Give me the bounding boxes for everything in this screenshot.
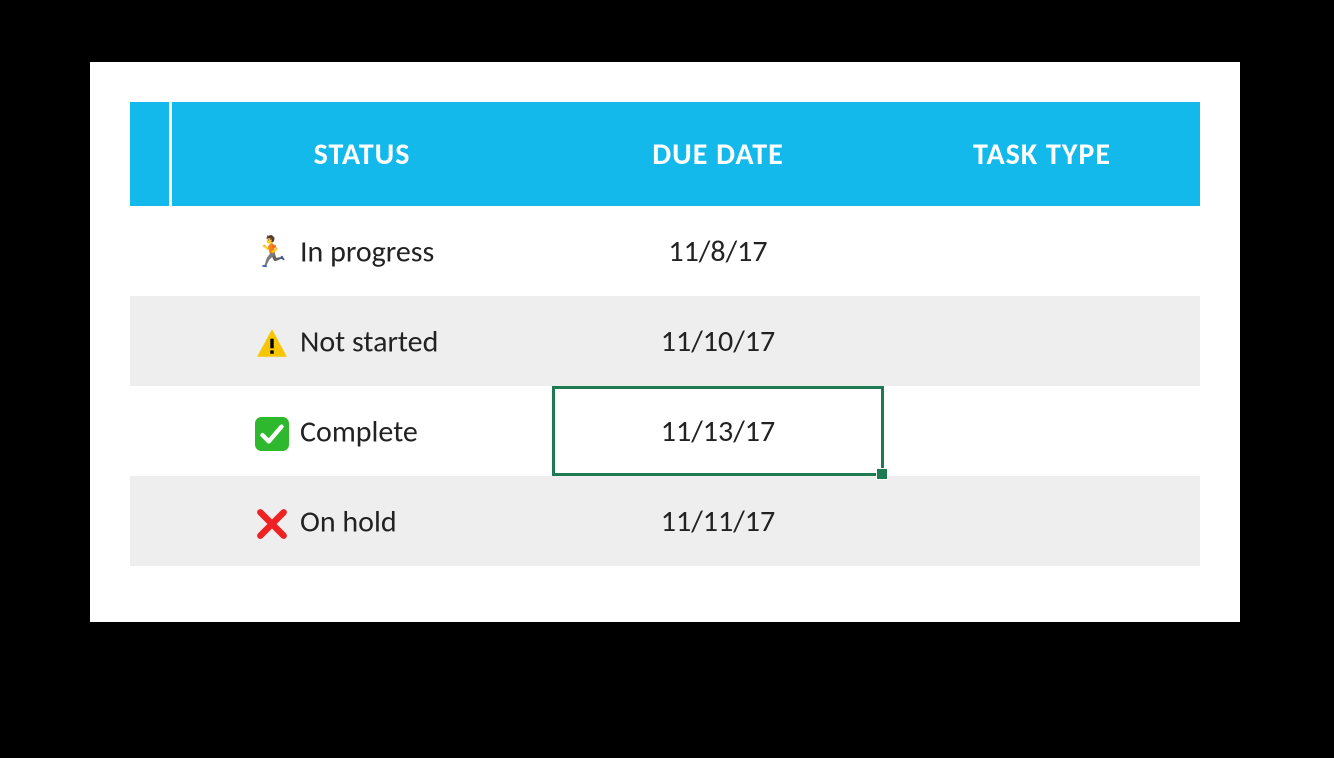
- status-label: On hold: [300, 503, 397, 540]
- due-date-cell[interactable]: 11/10/17: [552, 296, 884, 386]
- header-status[interactable]: STATUS: [172, 102, 552, 206]
- header-task-type[interactable]: TASK TYPE: [884, 102, 1200, 206]
- card: STATUS DUE DATE TASK TYPE 🏃In progress 1…: [90, 62, 1240, 622]
- status-cell[interactable]: On hold: [172, 476, 552, 566]
- header-row: STATUS DUE DATE TASK TYPE: [130, 102, 1200, 206]
- runner-icon: 🏃: [252, 234, 292, 271]
- check-icon: [252, 413, 292, 451]
- status-table: STATUS DUE DATE TASK TYPE 🏃In progress 1…: [130, 102, 1200, 566]
- task-type-cell[interactable]: [884, 206, 1200, 296]
- status-cell[interactable]: Complete: [172, 386, 552, 476]
- row-lead-cell[interactable]: [130, 296, 172, 386]
- table-row: 🏃In progress 11/8/17: [130, 206, 1200, 296]
- table-body: 🏃In progress 11/8/17 Not started 11/10/1…: [130, 206, 1200, 566]
- row-lead-cell[interactable]: [130, 386, 172, 476]
- status-label: In progress: [300, 234, 434, 271]
- status-cell[interactable]: Not started: [172, 296, 552, 386]
- cross-icon: [252, 503, 292, 541]
- status-label: Not started: [300, 323, 438, 360]
- header-blank[interactable]: [130, 102, 172, 206]
- task-type-cell[interactable]: [884, 476, 1200, 566]
- row-lead-cell[interactable]: [130, 206, 172, 296]
- due-date-cell[interactable]: 11/13/17: [552, 386, 884, 476]
- header-due-date[interactable]: DUE DATE: [552, 102, 884, 206]
- task-type-cell[interactable]: [884, 386, 1200, 476]
- due-date-cell[interactable]: 11/11/17: [552, 476, 884, 566]
- table-row: Not started 11/10/17: [130, 296, 1200, 386]
- status-cell[interactable]: 🏃In progress: [172, 206, 552, 296]
- warning-icon: [252, 323, 292, 361]
- table-row: Complete 11/13/17: [130, 386, 1200, 476]
- due-date-cell[interactable]: 11/8/17: [552, 206, 884, 296]
- row-lead-cell[interactable]: [130, 476, 172, 566]
- task-type-cell[interactable]: [884, 296, 1200, 386]
- table-row: On hold 11/11/17: [130, 476, 1200, 566]
- status-label: Complete: [300, 413, 418, 450]
